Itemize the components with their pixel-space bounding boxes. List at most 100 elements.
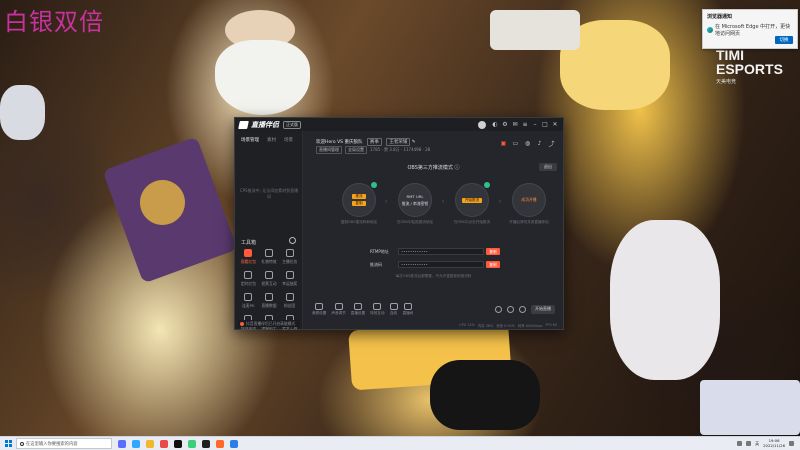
exit-mode-button[interactable]: 退出 [539, 163, 557, 171]
gift-box-icon[interactable]: ▣ [500, 140, 507, 147]
tool-label: 粉丝团 [283, 303, 296, 308]
mode-title-text: OBS第三方推流模式 [407, 165, 453, 171]
bottom-toolbar: 美颜设置 声音调节 直播设置 特效互动 连线 直播间 开始直播 [304, 298, 563, 320]
live-companion-icon[interactable] [216, 439, 224, 448]
connect-button[interactable]: 连线 [389, 302, 398, 316]
room-button[interactable]: 直播间 [402, 302, 414, 316]
step-pill[interactable]: 复制 [352, 201, 366, 206]
sidebar-empty-text: CPS推流中, 无法添加素材到直播间 [239, 188, 299, 199]
minimize-icon[interactable]: – [531, 121, 539, 129]
gear-icon[interactable] [519, 305, 526, 313]
app-blue-icon[interactable] [230, 439, 238, 448]
tool-item[interactable]: 粉丝团 [279, 293, 300, 309]
start-button[interactable] [0, 437, 16, 450]
tool-item[interactable]: 主播任务 [279, 249, 300, 265]
volume-icon[interactable] [746, 441, 752, 446]
tool-item[interactable]: 投票互动 [259, 271, 280, 287]
live-companion-window: 直播伴侣 正式版 ◐ ⚙ ✉ ≡ – □ ✕ 场景管理 素材 场景 CPS推流中… [234, 117, 564, 330]
top-actions: ▣ ▭ ◍ ♪ ⤴ [500, 140, 555, 148]
alert-dot-icon [240, 321, 244, 326]
taskbar-apps [118, 439, 238, 448]
camera-icon[interactable] [507, 305, 514, 313]
live-settings-button[interactable]: 直播设置 [350, 302, 366, 316]
share-icon[interactable]: ⤴ [548, 140, 555, 148]
tool-label: 定时红包 [240, 281, 256, 286]
data-icon [264, 293, 273, 301]
message-icon[interactable]: ✉ [511, 121, 519, 129]
tool-item[interactable]: 幸运抽奖 [279, 271, 300, 287]
scene-sign [490, 10, 580, 50]
room-manage-chip[interactable]: 直播间管理 [316, 146, 342, 154]
taskbar: 在这里输入你要搜索的内容 英 19:06 2022/11/26 [0, 436, 800, 450]
tool-item[interactable]: 连麦PK [238, 293, 259, 309]
timer-icon [244, 271, 253, 279]
audio-icon [334, 302, 343, 310]
beauty-button[interactable]: 美颜设置 [312, 302, 326, 316]
mic-icon[interactable]: ◍ [524, 140, 531, 147]
skin-icon[interactable]: ◐ [491, 121, 499, 129]
obs-icon[interactable] [202, 439, 210, 448]
start-live-button[interactable]: 开始直播 [531, 304, 555, 314]
timi-logo-text: TIMI [716, 47, 744, 63]
step-2: RMT URL 推流 / 串流密钥 在OBS中粘贴推流地址 [390, 183, 440, 225]
browser-notification[interactable]: 浏览器通知 在 Microsoft Edge 中打开，更快地访问网页 切换 [702, 9, 798, 49]
tool-item[interactable]: 观看红包 [238, 249, 259, 265]
timi-esports-logo: TIMI ESPORTS 天美电竞 [716, 48, 800, 85]
network-icon[interactable] [737, 441, 743, 446]
file-explorer-icon[interactable] [146, 439, 154, 448]
bell-icon[interactable]: ♪ [536, 140, 543, 147]
bb-label: 直播间 [402, 310, 414, 315]
bb-label: 连线 [389, 310, 398, 315]
tool-item[interactable]: 直播数据 [259, 293, 280, 309]
step-pill[interactable]: 开始推流 [461, 197, 483, 203]
rtmp-address-field[interactable]: •••••••••••• [398, 248, 484, 255]
toast-switch-button[interactable]: 切换 [775, 36, 793, 44]
copy-key-button[interactable]: 复制 [486, 261, 500, 268]
clock-icon[interactable] [289, 237, 296, 244]
tool-label: 直播数据 [261, 303, 277, 308]
version-badge[interactable]: 正式版 [283, 120, 301, 129]
bb-label: 直播设置 [350, 310, 366, 315]
tab-scene[interactable]: 场景 [284, 137, 293, 143]
close-icon[interactable]: ✕ [551, 121, 559, 129]
wechat-icon[interactable] [188, 439, 196, 448]
user-avatar-icon[interactable] [478, 120, 486, 129]
live-tag[interactable]: 赛事 [366, 138, 382, 146]
taskbar-search[interactable]: 在这里输入你要搜索的内容 [16, 438, 112, 449]
global-settings-chip[interactable]: 全局设置 [345, 146, 367, 154]
record-icon[interactable] [495, 305, 502, 313]
taskbar-clock[interactable]: 19:06 2022/11/26 [763, 438, 785, 448]
sidebar-footer[interactable]: 抖音直播伴侣已开启高能模式 [238, 320, 300, 327]
status-cpu: CPU 12% [459, 323, 475, 327]
tool-label: 幸运抽奖 [282, 281, 298, 286]
tool-item[interactable]: 定时红包 [238, 271, 259, 287]
vote-icon [264, 271, 273, 279]
douyin-icon[interactable] [174, 439, 182, 448]
task-view-icon[interactable] [118, 439, 126, 448]
edge-browser-icon[interactable] [132, 439, 140, 448]
edge-icon [707, 27, 713, 33]
effects-button[interactable]: 特效互动 [370, 302, 385, 316]
search-icon [20, 441, 24, 446]
stream-key-field[interactable]: •••••••••••• [398, 261, 484, 268]
menu-icon[interactable]: ≡ [521, 121, 529, 129]
notification-icon[interactable] [789, 441, 794, 446]
help-icon[interactable]: ⓘ [455, 165, 460, 171]
audio-button[interactable]: 声音调节 [331, 302, 346, 316]
lottery-icon [285, 271, 294, 279]
tab-scene-manage[interactable]: 场景管理 [241, 137, 259, 143]
step-text: RMT URL [406, 194, 424, 199]
input-method[interactable]: 英 [755, 441, 759, 447]
tab-material[interactable]: 素材 [267, 137, 276, 143]
copy-rtmp-button[interactable]: 复制 [486, 248, 500, 255]
tool-item[interactable]: 礼物特效 [259, 249, 280, 265]
screen-icon[interactable]: ▭ [512, 140, 519, 147]
step-caption: 复制OBS推流码和地址 [340, 220, 378, 224]
settings-icon[interactable]: ⚙ [501, 121, 509, 129]
game-category[interactable]: 王者荣耀 [386, 138, 411, 146]
step-pill[interactable]: 推流 [352, 194, 366, 199]
app-red-icon[interactable] [160, 439, 168, 448]
fans-icon [285, 293, 294, 301]
maximize-icon[interactable]: □ [541, 121, 549, 129]
edit-icon[interactable]: ✎ [412, 140, 416, 145]
